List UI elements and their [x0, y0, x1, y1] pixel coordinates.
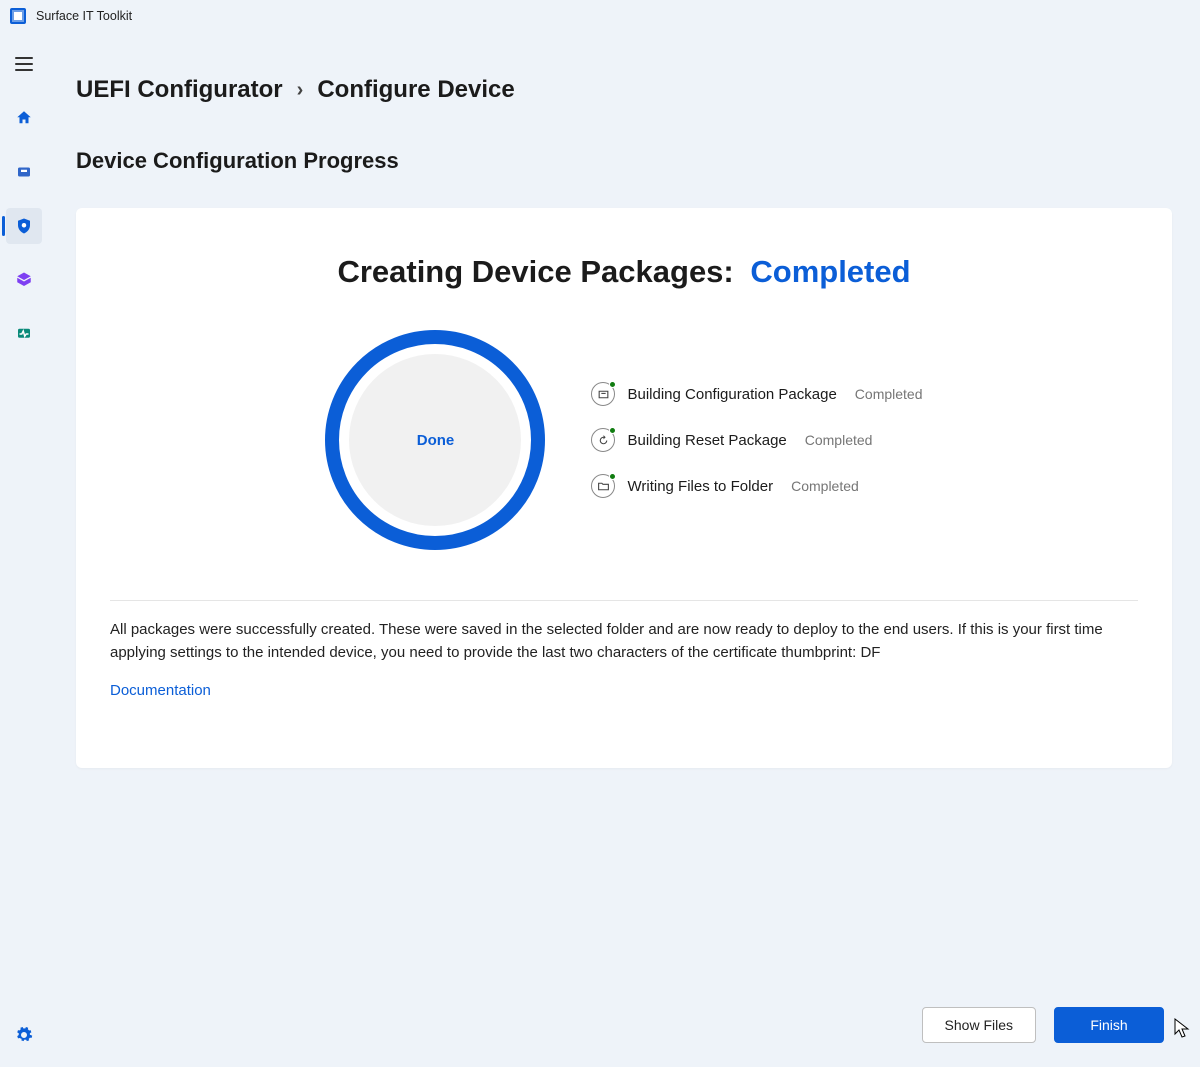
heading-status: Completed	[750, 254, 910, 289]
breadcrumb-parent[interactable]: UEFI Configurator	[76, 76, 283, 104]
hamburger-icon	[15, 57, 33, 71]
heading-prefix: Creating Device Packages:	[337, 254, 733, 289]
step-name: Writing Files to Folder	[627, 478, 773, 495]
menu-button[interactable]	[6, 46, 42, 82]
card-heading: Creating Device Packages: Completed	[337, 254, 910, 290]
sidebar	[0, 32, 48, 1067]
folder-icon	[591, 474, 615, 498]
titlebar: Surface IT Toolkit	[0, 0, 1200, 32]
footer-actions: Show Files Finish	[922, 1007, 1164, 1043]
box-icon	[15, 271, 33, 289]
summary-text: All packages were successfully created. …	[110, 619, 1138, 664]
sidebar-item-diagnostics[interactable]	[6, 316, 42, 352]
sidebar-item-uefi-configurator[interactable]	[6, 208, 42, 244]
ring-label: Done	[417, 432, 455, 449]
step-name: Building Reset Package	[627, 432, 786, 449]
progress-card: Creating Device Packages: Completed Done	[76, 208, 1172, 768]
step-status: Completed	[791, 478, 859, 494]
sidebar-item-recovery[interactable]	[6, 262, 42, 298]
eraser-icon	[15, 163, 33, 181]
main-content: UEFI Configurator › Configure Device Dev…	[48, 32, 1200, 1067]
step-item: Building Configuration Package Completed	[591, 382, 922, 406]
sidebar-item-home[interactable]	[6, 100, 42, 136]
steps-list: Building Configuration Package Completed…	[591, 382, 922, 498]
step-item: Building Reset Package Completed	[591, 428, 922, 452]
progress-ring: Done	[325, 330, 545, 550]
step-item: Writing Files to Folder Completed	[591, 474, 922, 498]
reset-icon	[591, 428, 615, 452]
sidebar-item-settings[interactable]	[6, 1017, 42, 1053]
package-icon	[591, 382, 615, 406]
gear-icon	[15, 1026, 33, 1044]
app-icon	[10, 8, 26, 24]
diagnostics-icon	[15, 325, 33, 343]
divider	[110, 600, 1138, 601]
home-icon	[15, 109, 33, 127]
shield-icon	[15, 217, 33, 235]
documentation-link[interactable]: Documentation	[110, 682, 1138, 699]
step-name: Building Configuration Package	[627, 386, 836, 403]
step-status: Completed	[855, 386, 923, 402]
sidebar-item-data-eraser[interactable]	[6, 154, 42, 190]
app-title: Surface IT Toolkit	[36, 9, 132, 23]
chevron-right-icon: ›	[297, 79, 304, 102]
cursor-icon	[1174, 1018, 1190, 1043]
step-status: Completed	[805, 432, 873, 448]
finish-button[interactable]: Finish	[1054, 1007, 1164, 1043]
breadcrumb-current: Configure Device	[317, 76, 514, 104]
show-files-button[interactable]: Show Files	[922, 1007, 1036, 1043]
breadcrumb: UEFI Configurator › Configure Device	[76, 76, 1172, 104]
section-title: Device Configuration Progress	[76, 148, 1172, 174]
